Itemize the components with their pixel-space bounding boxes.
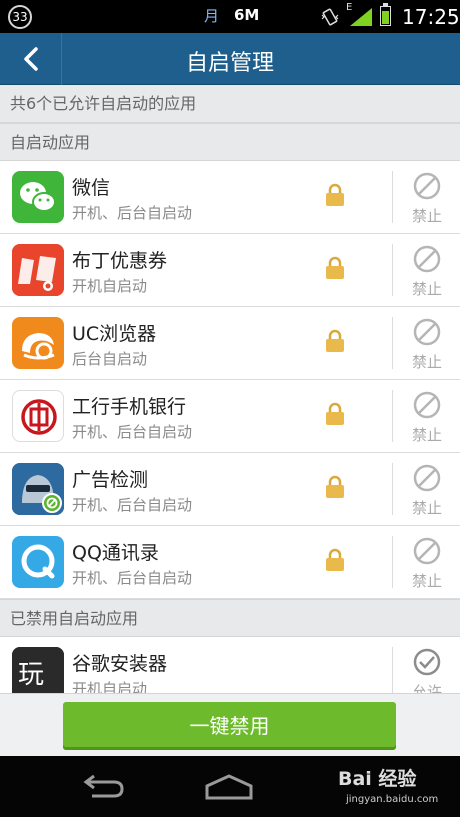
toggle-label: 禁止 [411,426,442,444]
app-autostart-desc: 后台自启动 [72,350,148,368]
app-name: 工行手机银行 [72,396,187,418]
list-item[interactable]: 广告检测 开机、后台自启动 禁止 [0,453,460,526]
google-installer-icon: 玩 [12,647,64,693]
title-bar: 自启管理 [0,33,460,85]
back-arrow-icon[interactable] [78,774,128,800]
watermark-url: jingyan.baidu.com [346,794,439,805]
disable-toggle[interactable]: 禁止 [400,461,454,519]
app-name: QQ通讯录 [72,542,159,564]
allow-toggle[interactable]: 允许 [400,645,454,693]
disable-toggle[interactable]: 禁止 [400,534,454,592]
toggle-label: 禁止 [411,207,442,225]
app-autostart-desc: 开机自启动 [72,277,148,295]
toggle-label: 禁止 [411,280,442,298]
disable-toggle[interactable]: 禁止 [400,169,454,227]
app-name: 谷歌安装器 [72,653,168,675]
divider [392,317,393,369]
prohibit-icon [413,318,441,346]
app-autostart-desc: 开机、后台自启动 [72,204,193,222]
app-name: UC浏览器 [72,323,157,345]
disable-toggle[interactable]: 禁止 [400,315,454,373]
divider [392,536,393,588]
prohibit-icon [413,464,441,492]
clock: 17:25 [402,5,460,29]
list-item[interactable]: 玩 谷歌安装器 开机自启动 允许 [0,637,460,693]
icbc-bank-icon [12,390,64,442]
home-icon[interactable] [203,774,255,800]
app-autostart-desc: 开机、后台自启动 [72,569,193,587]
lock-icon [326,402,344,425]
app-autostart-desc: 开机、后台自启动 [72,496,193,514]
app-list-content[interactable]: 共6个已允许自启动的应用 自启动应用 微信 开机、后台自启动 禁止 布丁优惠券 … [0,85,460,693]
divider [392,463,393,515]
toggle-label: 禁止 [411,353,442,371]
disable-toggle[interactable]: 禁止 [400,388,454,446]
app-name: 布丁优惠券 [72,250,168,272]
prohibit-icon [413,537,441,565]
list-item[interactable]: QQ通讯录 开机、后台自启动 禁止 [0,526,460,599]
divider [392,244,393,296]
baidu-jingyan-watermark: Bai 经验 [338,768,417,790]
budding-coupon-icon [12,244,64,296]
disable-all-button[interactable]: 一键禁用 [63,702,396,750]
data-speed: 6M [234,6,260,24]
toggle-label: 禁止 [411,499,442,517]
list-item[interactable]: UC浏览器 后台自启动 禁止 [0,307,460,380]
allowed-count-summary: 共6个已允许自启动的应用 [0,85,460,123]
signal-icon [350,8,372,26]
ad-detect-icon [12,463,64,515]
battery-level-fill [382,11,389,24]
app-autostart-desc: 开机、后台自启动 [72,423,193,441]
svg-text:玩: 玩 [18,660,44,690]
status-bar: 33 月 6M E 17:25 [0,0,460,33]
section-header-disabled: 已禁用自启动应用 [0,599,460,637]
divider [392,390,393,442]
prohibit-icon [413,172,441,200]
list-item[interactable]: 工行手机银行 开机、后台自启动 禁止 [0,380,460,453]
divider [392,647,393,693]
page-title: 自启管理 [185,51,274,76]
app-name: 广告检测 [72,469,149,491]
notification-count-badge: 33 [8,5,32,29]
disable-toggle[interactable]: 禁止 [400,242,454,300]
toggle-label: 允许 [411,683,442,693]
toggle-label: 禁止 [411,572,442,590]
battery-icon [380,3,391,26]
wechat-icon [12,171,64,223]
qq-contacts-icon [12,536,64,588]
list-item[interactable]: 微信 开机、后台自启动 禁止 [0,161,460,234]
app-name: 微信 [72,177,111,199]
moon-icon: 月 [204,7,220,25]
prohibit-icon [413,245,441,273]
system-nav-bar: Bai 经验 jingyan.baidu.com [0,756,460,817]
list-item[interactable]: 布丁优惠券 开机自启动 禁止 [0,234,460,307]
app-autostart-desc: 开机自启动 [72,680,148,693]
lock-icon [326,475,344,498]
lock-icon [326,548,344,571]
uc-browser-icon [12,317,64,369]
lock-icon [326,183,344,206]
lock-icon [326,256,344,279]
prohibit-icon [413,391,441,419]
lock-icon [326,329,344,352]
vibrate-icon [321,8,339,26]
divider [392,171,393,223]
section-header-autostart: 自启动应用 [0,123,460,161]
check-circle-icon [413,648,441,676]
bottom-action-bar: 一键禁用 [0,693,460,756]
